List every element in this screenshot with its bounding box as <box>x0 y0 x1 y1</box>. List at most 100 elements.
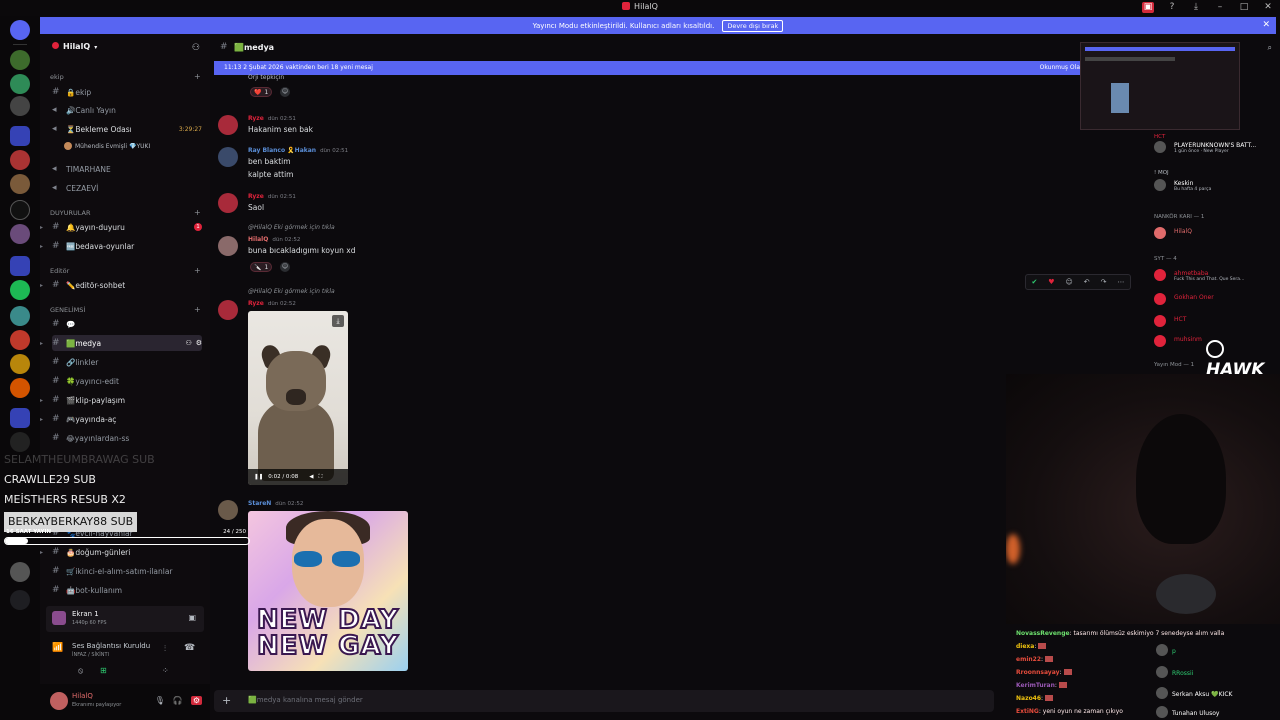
screen-share-card[interactable]: Ekran 1 1440p 60 FPS ▣ <box>46 606 204 632</box>
check-reaction-icon[interactable]: ✔ <box>1031 278 1037 286</box>
viewer-item[interactable]: Serkan Aksu 💚KICK <box>1156 687 1232 699</box>
username[interactable]: StareN <box>248 500 271 507</box>
gif-attachment[interactable]: NEW DAY NEW GAY <box>248 511 408 671</box>
avatar[interactable] <box>1154 179 1166 191</box>
avatar[interactable] <box>1154 269 1166 281</box>
add-server-icon[interactable] <box>10 590 30 610</box>
channel-klip-paylasim[interactable]: ▸ # 🎬klip-paylaşım <box>40 392 202 408</box>
heart-reaction-icon[interactable]: ♥ <box>1048 278 1054 286</box>
viewer-item[interactable]: p <box>1156 644 1176 656</box>
category-genel[interactable]: GENELİMSİ + <box>50 305 201 314</box>
popout-icon[interactable]: ▣ <box>188 613 196 622</box>
server-icon[interactable] <box>10 150 30 170</box>
channel-canli-yayin[interactable]: ◂ 🔊Canlı Yayın <box>52 102 202 118</box>
download-icon[interactable]: ⤓ <box>1190 2 1202 13</box>
avatar[interactable] <box>1154 315 1166 327</box>
avatar[interactable] <box>1154 227 1166 239</box>
emoji-icon[interactable]: ☺ <box>1066 278 1073 286</box>
add-channel-icon[interactable]: + <box>194 208 201 217</box>
banner-close-icon[interactable]: ✕ <box>1262 20 1270 30</box>
channel-timarhane[interactable]: ◂ TIMARHANE <box>52 161 202 177</box>
viewer-item[interactable]: RRossii <box>1156 666 1193 678</box>
channel-unnamed[interactable]: # 💬 <box>52 316 202 332</box>
fullscreen-icon[interactable]: ⛶ <box>319 474 323 481</box>
avatar[interactable] <box>218 193 238 213</box>
server-icon[interactable] <box>10 96 30 116</box>
disable-streamer-mode-button[interactable]: Devre dışı bırak <box>722 19 784 32</box>
maximize-icon[interactable]: □ <box>1238 2 1250 13</box>
invite-icon[interactable]: ⚇ <box>192 43 200 53</box>
volume-icon[interactable]: ◀ <box>309 474 313 480</box>
reply-icon[interactable]: ↶ <box>1084 278 1090 286</box>
reply-reference[interactable]: @HilalQ Eki görmek için tıkla <box>248 288 335 295</box>
folder-icon[interactable] <box>10 408 30 428</box>
noise-suppression-icon[interactable]: ⫶ <box>164 644 166 654</box>
viewer-item[interactable]: Tunahan Ulusoy <box>1156 706 1219 718</box>
username[interactable]: HilalQ <box>248 236 268 243</box>
member-item[interactable]: muhsinm <box>1174 336 1202 343</box>
disconnect-icon[interactable]: ☎ <box>184 643 195 653</box>
server-icon[interactable] <box>10 74 30 94</box>
member-item[interactable]: Keskin Bu hafta 4 parça <box>1174 180 1211 192</box>
invite-member-icon[interactable]: ⚇ <box>185 339 191 347</box>
more-icon[interactable]: ⋯ <box>1117 278 1124 286</box>
server-icon[interactable] <box>10 330 30 350</box>
avatar[interactable] <box>218 300 238 320</box>
channel-cezaevi[interactable]: ◂ CEZAEVİ <box>52 180 202 196</box>
server-icon[interactable] <box>10 378 30 398</box>
server-header[interactable]: HilalQ ▾ <box>52 42 97 51</box>
username[interactable]: Ryze <box>248 115 264 122</box>
channel-yayinda-ac[interactable]: ▸ # 🎮yayında-aç <box>40 411 202 427</box>
add-reaction-icon[interactable]: ☺ <box>280 262 290 272</box>
member-item[interactable]: PLAYERUNKNOWN'S BATT... 1 gün önce · New … <box>1174 142 1256 154</box>
member-item[interactable]: HCT <box>1174 316 1186 323</box>
folder-icon[interactable] <box>10 256 30 276</box>
avatar[interactable] <box>1154 335 1166 347</box>
category-editor[interactable]: Editör + <box>50 266 201 275</box>
avatar[interactable] <box>218 147 238 167</box>
member-item[interactable]: Gokhan Oner <box>1174 294 1214 301</box>
mark-as-read-button[interactable]: Okunmuş Ola <box>1040 61 1080 75</box>
pause-icon[interactable]: ❚❚ <box>254 474 263 480</box>
video-attachment[interactable]: ⤓ ❚❚ 0:02 / 0:08 ◀ ⛶ <box>248 311 348 485</box>
reaction-heart[interactable]: ❤️ 1 <box>250 87 273 97</box>
avatar[interactable] <box>1154 293 1166 305</box>
member-item[interactable]: ahmetbaba Fuck This and That. Que Sera... <box>1174 270 1244 282</box>
channel-bedava-oyunlar[interactable]: ▸ # 🆓bedava-oyunlar <box>40 238 202 254</box>
search-icon[interactable]: ⌕ <box>1268 43 1272 53</box>
channel-yayinlardan-ss[interactable]: # 😂yayınlardan-ss <box>52 430 202 446</box>
channel-dogum-gunleri[interactable]: ▸ # 🎂doğum-günleri <box>40 544 202 560</box>
channel-editor-sohbet[interactable]: ▸ # ✏️editör-sohbet <box>40 277 202 293</box>
inbox-icon[interactable]: ▣ <box>1142 2 1154 13</box>
server-icon[interactable] <box>10 200 30 220</box>
attach-icon[interactable]: + <box>222 694 231 707</box>
channel-linkler[interactable]: # 🔗linkler <box>52 354 202 370</box>
add-channel-icon[interactable]: + <box>194 305 201 314</box>
close-icon[interactable]: ✕ <box>1262 2 1274 13</box>
headphones-icon[interactable]: 🎧 <box>173 696 183 705</box>
channel-bekleme-odasi[interactable]: ◂ ⏳Bekleme Odası 3:29:27 <box>52 121 202 137</box>
help-icon[interactable]: ? <box>1166 2 1178 13</box>
channel-ikinci-el[interactable]: # 🛒ikinci-el-alım-satım-ilanlar <box>52 563 202 579</box>
avatar[interactable] <box>1154 141 1166 153</box>
category-duyurular[interactable]: DUYURULAR + <box>50 208 201 217</box>
channel-ekip[interactable]: # 🔒ekip <box>52 84 202 100</box>
gear-icon[interactable]: ⚙ <box>190 696 202 705</box>
username[interactable]: Ryze <box>248 193 264 200</box>
server-icon[interactable] <box>10 174 30 194</box>
server-icon[interactable] <box>10 280 30 300</box>
folder-icon[interactable] <box>10 126 30 146</box>
forward-icon[interactable]: ↷ <box>1101 278 1107 286</box>
username[interactable]: Ryze <box>248 300 264 307</box>
new-messages-bar[interactable]: 11:13 2 Şubat 2026 vaktinden beri 18 yen… <box>214 61 1084 75</box>
gear-icon[interactable]: ⚙ <box>196 339 202 347</box>
channel-bot-kullanim[interactable]: # 🤖bot-kullanım <box>52 582 202 598</box>
server-icon[interactable] <box>10 224 30 244</box>
channel-medya[interactable]: ▸ # 🟩medya ⚇ ⚙ <box>40 335 202 351</box>
home-icon[interactable] <box>10 20 30 40</box>
microphone-icon[interactable]: 🎙 <box>155 696 165 705</box>
add-channel-icon[interactable]: + <box>194 72 201 81</box>
screen-share-active-icon[interactable]: ⊞ <box>100 666 107 675</box>
voice-user[interactable]: Mühendis Evmişli 💎YUKI <box>64 142 150 150</box>
activity-icon[interactable]: ⁘ <box>162 666 169 675</box>
